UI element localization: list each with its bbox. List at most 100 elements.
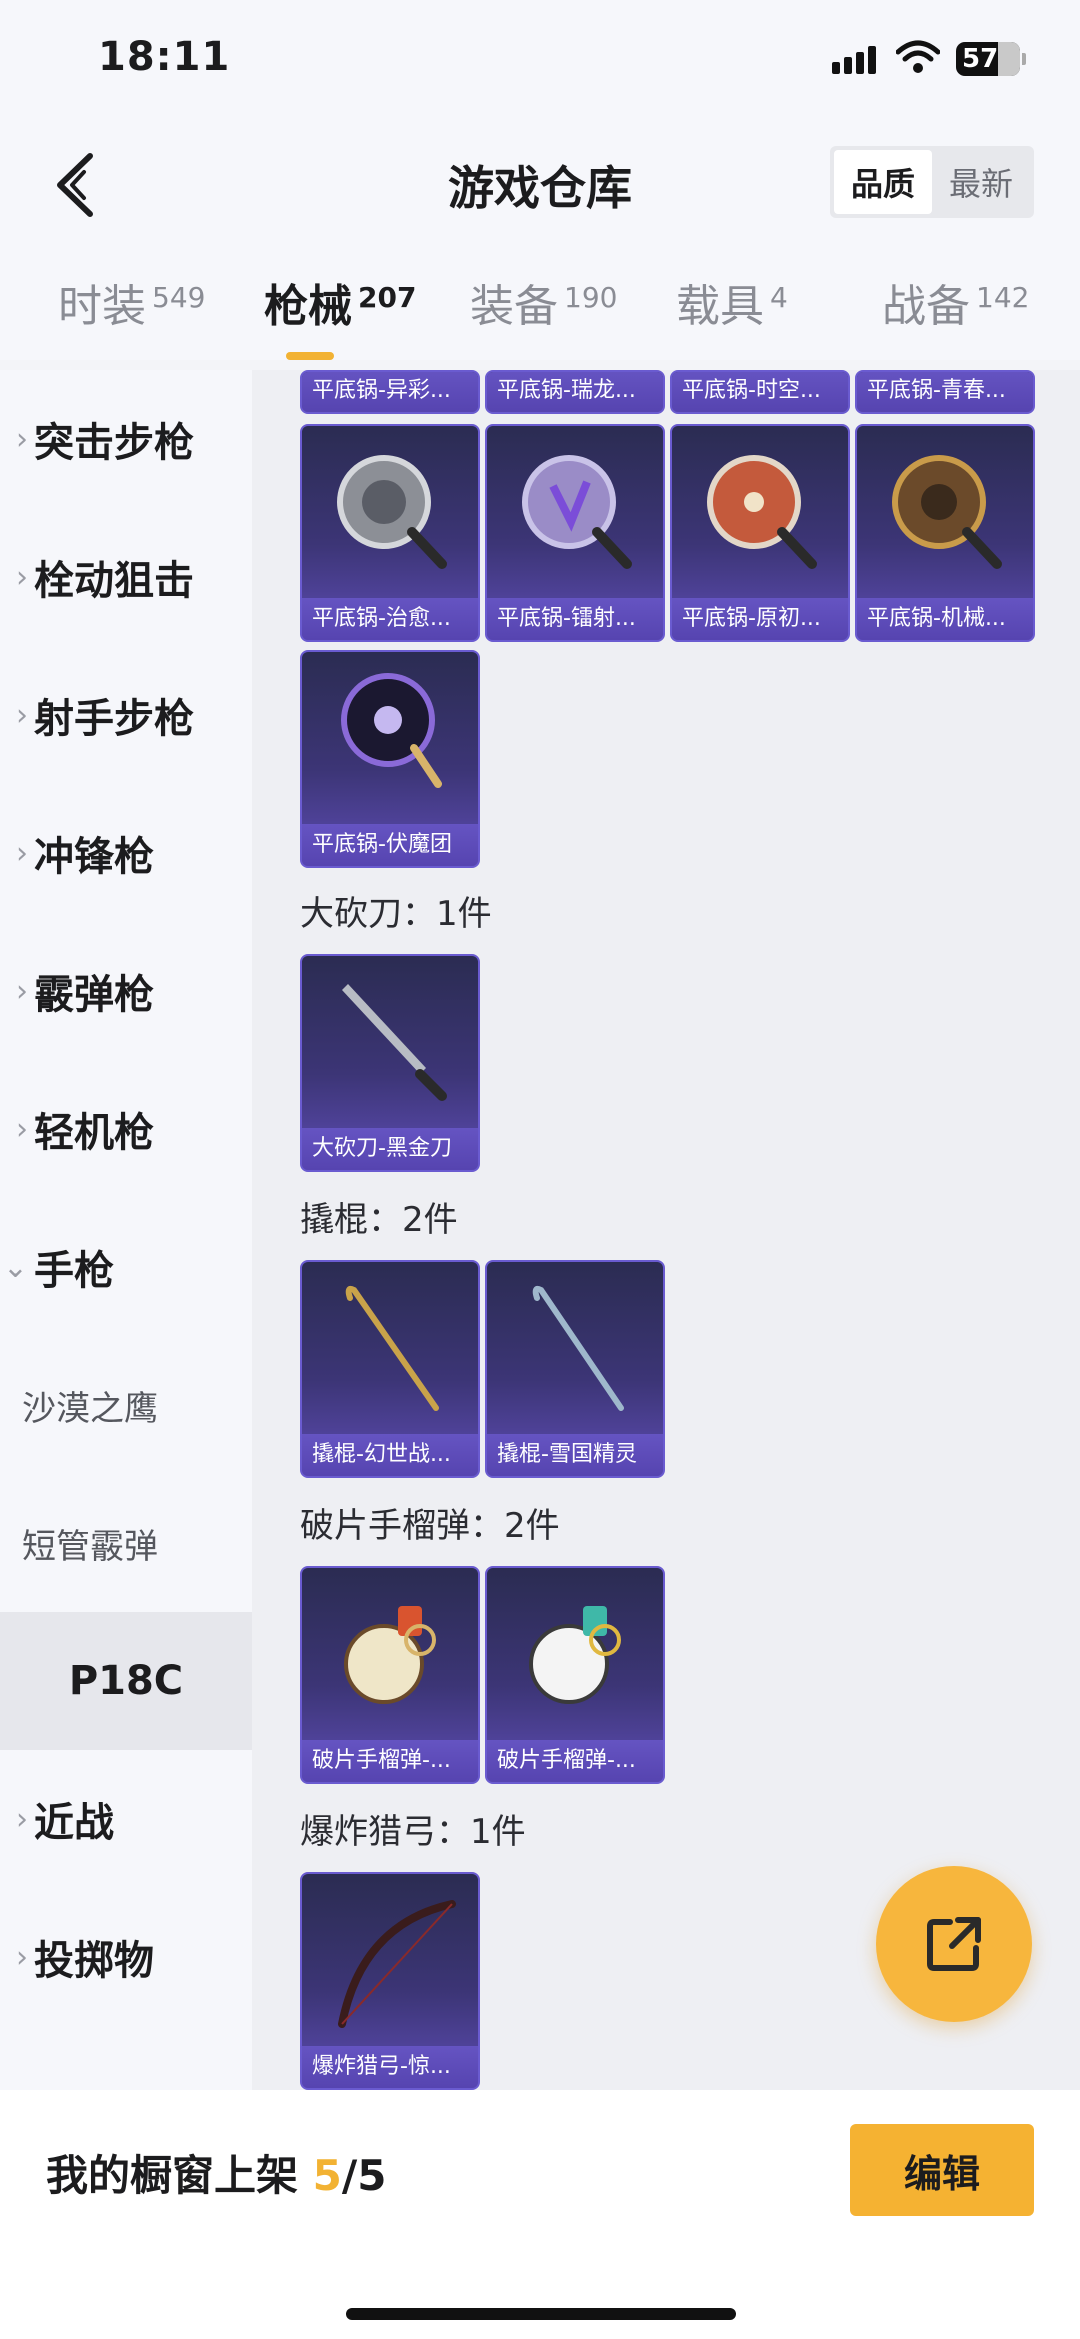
chevron-right-icon: › (16, 559, 28, 595)
item-card[interactable]: 平底锅-原初... (670, 424, 850, 642)
sort-latest-button[interactable]: 最新 (932, 150, 1030, 214)
item-card[interactable]: 撬棍-雪国精灵 (485, 1260, 665, 1478)
item-name: 破片手榴弹-... (487, 1740, 663, 1782)
grenade-icon (529, 1606, 621, 1704)
tab-label: 时装 (58, 281, 146, 332)
item-card[interactable]: 平底锅-伏魔团 (300, 650, 480, 868)
item-name: 平底锅-机械... (857, 598, 1033, 640)
item-name: 平底锅-镭射... (487, 598, 663, 640)
item-card[interactable]: 撬棍-幻世战... (300, 1260, 480, 1478)
tab-count: 207 (358, 281, 417, 314)
item-card[interactable]: 平底锅-治愈... (300, 424, 480, 642)
sidebar-item-label: 短管霰弹 (22, 1526, 158, 1567)
item-card[interactable]: 大砍刀-黑金刀 (300, 954, 480, 1172)
sidebar-item-assault-rifle[interactable]: › 突击步枪 (0, 370, 252, 508)
frying-pan-icon (337, 455, 447, 569)
sidebar-item-bolt-sniper[interactable]: › 栓动狙击 (0, 508, 252, 646)
chevron-right-icon: › (16, 1801, 28, 1837)
item-name: 破片手榴弹-... (302, 1740, 478, 1782)
sidebar-item-label: 射手步枪 (34, 696, 194, 742)
active-tab-indicator (286, 352, 334, 360)
tab-count: 4 (770, 281, 788, 314)
share-icon (927, 1917, 981, 1971)
home-indicator (346, 2308, 736, 2320)
tab-label: 载具 (676, 281, 764, 332)
grenade-icon (344, 1606, 436, 1704)
tab-count: 549 (152, 281, 206, 314)
tab-supplies[interactable]: 战备 142 (882, 270, 1029, 334)
tab-label: 装备 (470, 281, 558, 332)
tab-fashion[interactable]: 时装 549 (58, 270, 205, 334)
item-card[interactable]: 平底锅-青春... (855, 370, 1035, 414)
group-title-machete: 大砍刀：1件 (300, 894, 492, 934)
frying-pan-icon (707, 455, 817, 569)
showcase-status: 我的橱窗上架 5/5 (46, 2142, 386, 2203)
item-card[interactable]: 平底锅-镭射... (485, 424, 665, 642)
item-card[interactable]: 平底锅-机械... (855, 424, 1035, 642)
share-fab[interactable] (876, 1866, 1032, 2022)
sidebar-item-shotgun[interactable]: › 霰弹枪 (0, 922, 252, 1060)
tab-count: 190 (564, 281, 618, 314)
battery-level: 57 (962, 44, 999, 74)
sidebar-item-label: 栓动狙击 (34, 558, 194, 604)
sidebar-item-melee[interactable]: › 近战 (0, 1750, 252, 1888)
battery-icon: 57 (956, 42, 1026, 76)
sidebar-item-label: 冲锋枪 (34, 834, 154, 880)
item-card[interactable]: 平底锅-时空... (670, 370, 850, 414)
tab-count: 142 (976, 281, 1030, 314)
item-card[interactable]: 爆炸猎弓-惊... (300, 1872, 480, 2090)
group-title-bow: 爆炸猎弓：1件 (300, 1812, 526, 1852)
crowbar-icon (345, 1286, 439, 1411)
item-grid: 平底锅-异彩... 平底锅-瑞龙... 平底锅-时空... 平底锅-青春... … (252, 370, 1080, 2090)
wifi-icon (896, 40, 940, 73)
sidebar-item-label: 轻机枪 (34, 1110, 154, 1156)
item-name: 撬棍-雪国精灵 (487, 1434, 663, 1476)
tab-equipment[interactable]: 装备 190 (470, 270, 617, 334)
item-name: 平底锅-青春... (857, 372, 1033, 412)
edit-button[interactable]: 编辑 (850, 2124, 1034, 2216)
signal-icon (832, 46, 878, 74)
tab-label: 战备 (882, 281, 970, 332)
category-sidebar: › 突击步枪 › 栓动狙击 › 射手步枪 › 冲锋枪 › 霰弹枪 › 轻机枪 ⌄ 手枪 沙漠之… (0, 370, 252, 2090)
sidebar-item-smg[interactable]: › 冲锋枪 (0, 784, 252, 922)
chevron-right-icon: › (16, 835, 28, 871)
sidebar-item-pistol[interactable]: ⌄ 手枪 (0, 1198, 252, 1336)
frying-pan-icon (341, 673, 442, 788)
sidebar-item-label: 霰弹枪 (34, 972, 154, 1018)
item-card[interactable]: 破片手榴弹-... (300, 1566, 480, 1784)
frying-pan-icon (892, 455, 1002, 569)
showcase-total-count: /5 (341, 2151, 387, 2200)
sidebar-item-label: 近战 (34, 1800, 114, 1846)
tab-firearms[interactable]: 枪械 207 (264, 270, 416, 334)
group-title-grenade: 破片手榴弹：2件 (300, 1506, 560, 1546)
chevron-right-icon: › (16, 1111, 28, 1147)
sidebar-item-throwables[interactable]: › 投掷物 (0, 1888, 252, 2026)
item-card[interactable]: 破片手榴弹-... (485, 1566, 665, 1784)
bow-icon (338, 1900, 456, 2028)
item-name: 平底锅-原初... (672, 598, 848, 640)
sidebar-subitem-desert-eagle[interactable]: 沙漠之鹰 (0, 1336, 252, 1474)
sidebar-subitem-p18c[interactable]: P18C (0, 1612, 252, 1750)
tab-vehicles[interactable]: 载具 4 (676, 270, 788, 334)
sidebar-subitem-sawed-off[interactable]: 短管霰弹 (0, 1474, 252, 1612)
chevron-right-icon: › (16, 421, 28, 457)
item-name: 平底锅-治愈... (302, 598, 478, 640)
header: 游戏仓库 品质 最新 时装 549 枪械 207 装备 190 载具 4 战备 142 (0, 120, 1080, 360)
item-card[interactable]: 平底锅-瑞龙... (485, 370, 665, 414)
sidebar-item-marksman-rifle[interactable]: › 射手步枪 (0, 646, 252, 784)
sidebar-item-label: 突击步枪 (34, 420, 194, 466)
sort-quality-button[interactable]: 品质 (834, 150, 932, 214)
item-name: 平底锅-瑞龙... (487, 372, 663, 412)
crowbar-icon (532, 1286, 624, 1411)
chevron-right-icon: › (16, 973, 28, 1009)
item-card[interactable]: 平底锅-异彩... (300, 370, 480, 414)
sidebar-item-lmg[interactable]: › 轻机枪 (0, 1060, 252, 1198)
item-name: 大砍刀-黑金刀 (302, 1128, 478, 1170)
status-time: 18:11 (98, 34, 231, 80)
item-name: 平底锅-伏魔团 (302, 824, 478, 866)
chevron-down-icon: ⌄ (2, 1249, 28, 1285)
frying-pan-icon (522, 455, 632, 569)
item-name: 平底锅-异彩... (302, 372, 478, 412)
item-name: 撬棍-幻世战... (302, 1434, 478, 1476)
showcase-label: 我的橱窗上架 (46, 2151, 299, 2200)
